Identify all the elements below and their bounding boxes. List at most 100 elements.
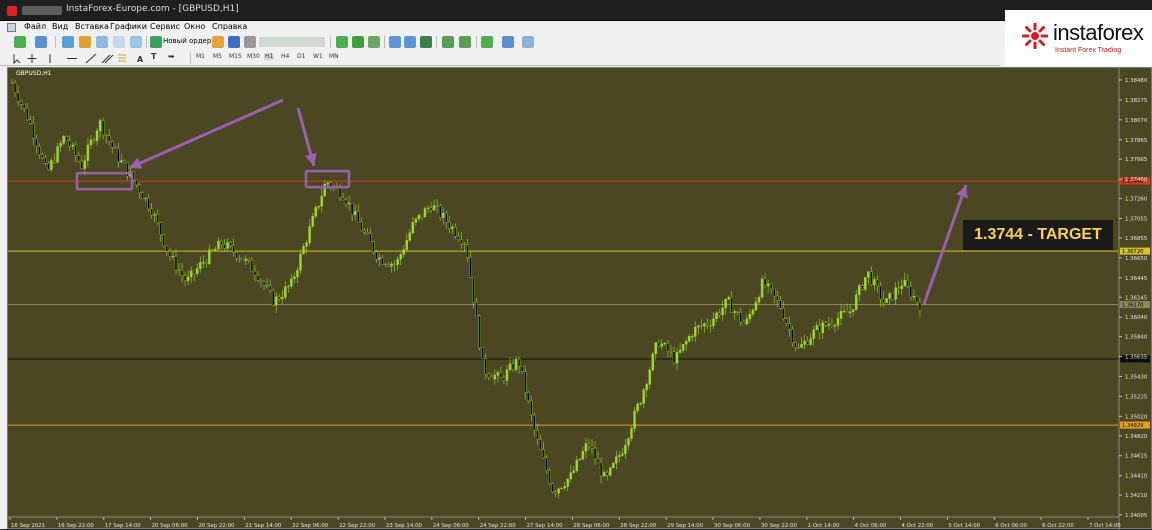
tf-m30[interactable]: M30	[247, 53, 260, 60]
candle-body	[575, 459, 579, 471]
new-chart-icon[interactable]	[14, 36, 26, 48]
candle-body	[150, 208, 153, 216]
autotrading-icon[interactable]	[228, 36, 240, 48]
title-bar: InstaForex-Europe.com - [GBPUSD,H1]	[0, 0, 1152, 21]
menu-tools[interactable]: Сервис	[150, 22, 180, 31]
menu-help[interactable]: Справка	[212, 22, 247, 31]
candle-body	[199, 262, 202, 269]
tf-h1[interactable]: H1	[264, 53, 275, 60]
menu-file[interactable]: Файл	[24, 22, 46, 31]
metaeditor-icon[interactable]	[212, 36, 224, 48]
candle-body	[867, 271, 870, 278]
label-tool-icon[interactable]: T	[151, 52, 156, 61]
line-chart-icon[interactable]	[368, 36, 380, 48]
candlestick-icon[interactable]	[352, 36, 364, 48]
menu-window[interactable]: Окно	[184, 22, 205, 31]
candle-body	[296, 270, 299, 278]
candle-body	[511, 363, 515, 370]
candle-body	[308, 226, 311, 243]
candle-body	[542, 449, 545, 458]
chart-window[interactable]: 1.37440 1.36720 1.36170 1.35610 1.34929 1.38…	[7, 67, 1152, 530]
candle-body	[633, 410, 636, 429]
candle-body	[754, 301, 758, 311]
candle-body	[284, 286, 287, 298]
time-tick-label: 30 Sep 06:00	[714, 523, 751, 529]
candle-body	[484, 358, 487, 375]
candle-body	[657, 342, 661, 347]
candle-body	[915, 296, 919, 303]
price-tick-label: 1.36650	[1125, 256, 1148, 262]
candle-body	[396, 258, 399, 265]
chart-shift-icon[interactable]	[442, 36, 454, 48]
tf-w1[interactable]: W1	[313, 53, 323, 60]
new-order-icon[interactable]	[150, 36, 162, 48]
menu-view[interactable]: Вид	[52, 22, 68, 31]
candle-body	[605, 472, 609, 476]
candle-body	[742, 321, 746, 325]
tile-windows-icon[interactable]	[420, 36, 432, 48]
tf-m15[interactable]: M15	[229, 53, 242, 60]
arrows-tool-icon[interactable]: ➥	[168, 52, 175, 61]
market-watch-icon[interactable]	[62, 36, 74, 48]
candle-body	[624, 445, 627, 454]
candle-body	[259, 280, 263, 283]
tf-m5[interactable]: M5	[213, 53, 222, 60]
candle-body	[22, 104, 26, 109]
arrow-to-left-box	[128, 98, 284, 170]
time-tick-label: 24 Sep 22:00	[480, 523, 517, 529]
periods-icon[interactable]	[502, 36, 514, 48]
candle-body	[442, 213, 445, 218]
candle-body	[399, 254, 402, 260]
tester-icon[interactable]	[130, 36, 142, 48]
account-icon[interactable]	[244, 36, 256, 48]
candle-body	[520, 366, 524, 372]
menu-charts[interactable]: Графики	[110, 22, 147, 31]
tf-mn[interactable]: MN	[329, 53, 339, 60]
time-tick-label: 4 Oct 22:00	[902, 523, 934, 529]
zoom-in-icon[interactable]	[389, 36, 401, 48]
profiles-icon[interactable]	[35, 36, 47, 48]
candle-body	[639, 403, 642, 405]
price-chart[interactable]: 1.374401.367201.361701.356101.34929 1.38…	[8, 68, 1152, 530]
candle-body	[253, 270, 257, 276]
candle-body	[691, 336, 694, 338]
tf-m1[interactable]: M1	[196, 53, 205, 60]
candle-body	[839, 311, 843, 319]
autoscroll-icon[interactable]	[459, 36, 471, 48]
new-order-button[interactable]: Новый ордер	[163, 37, 211, 45]
bar-chart-icon[interactable]	[336, 36, 348, 48]
candle-body	[687, 336, 691, 342]
time-tick-label: 28 Sep 06:00	[573, 523, 610, 529]
tf-h4[interactable]: H4	[281, 53, 289, 60]
menu-insert[interactable]: Вставка	[75, 22, 109, 31]
templates-icon[interactable]	[522, 36, 534, 48]
candle-body	[25, 107, 29, 121]
candle-body	[86, 144, 90, 161]
candle-body	[536, 430, 539, 440]
candle-body	[426, 207, 430, 209]
candle-body	[815, 325, 818, 330]
chart-window-icon[interactable]	[7, 23, 16, 32]
navigator-icon[interactable]	[96, 36, 108, 48]
candle-body	[189, 270, 193, 278]
indicators-icon[interactable]	[481, 36, 493, 48]
price-tick-label: 1.35430	[1125, 374, 1148, 380]
candle-body	[812, 329, 815, 339]
candle-body	[487, 373, 490, 378]
candle-body	[475, 302, 478, 317]
candle-body	[226, 242, 229, 249]
candle-body	[791, 328, 794, 343]
price-tick-label: 1.34820	[1125, 434, 1148, 440]
candle-body	[235, 252, 238, 259]
candle-body	[888, 293, 891, 299]
time-tick-label: 28 Sep 22:00	[620, 523, 657, 529]
data-window-icon[interactable]	[79, 36, 91, 48]
time-tick-label: 20 Sep 22:00	[198, 523, 235, 529]
candle-body	[101, 120, 105, 136]
candle-body	[360, 221, 363, 232]
terminal-icon[interactable]	[113, 36, 125, 48]
zoom-out-icon[interactable]	[404, 36, 416, 48]
tf-d1[interactable]: D1	[297, 53, 305, 60]
candle-body	[642, 389, 645, 404]
price-tick-label: 1.36245	[1125, 295, 1147, 301]
